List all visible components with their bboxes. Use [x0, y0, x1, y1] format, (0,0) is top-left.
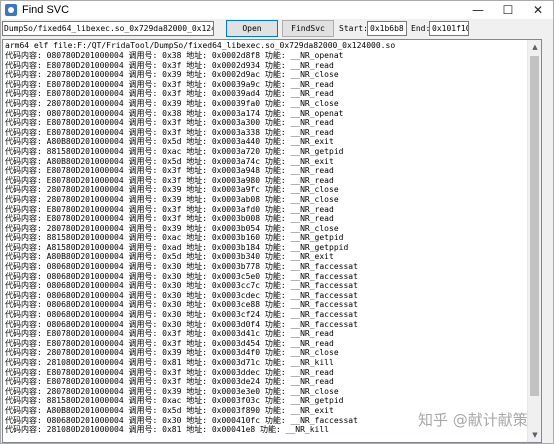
- output-line: 代码内容: 281080D201000004 调用号: 0x81 地址: 0x0…: [5, 358, 334, 367]
- output-line: 代码内容: 280780D201000004 调用号: 0x39 地址: 0x0…: [5, 185, 339, 195]
- app-icon: [5, 4, 17, 16]
- output-line: 代码内容: 080680D201000004 调用号: 0x30 地址: 0x0…: [5, 271, 358, 281]
- output-lines: 代码内容: 080780D201000004 调用号: 0x38 地址: 0x0…: [5, 51, 527, 435]
- output-line: 代码内容: E80780D201000004 调用号: 0x3f 地址: 0x0…: [5, 214, 334, 224]
- output-line: 代码内容: A80B80D201000004 调用号: 0x5d 地址: 0x0…: [5, 156, 334, 166]
- output-line: 代码内容: 080780D201000004 调用号: 0x38 地址: 0x0…: [5, 51, 344, 60]
- vertical-scrollbar[interactable]: ▲ ▼: [527, 40, 541, 442]
- output-line: 代码内容: E80780D201000004 调用号: 0x3f 地址: 0x0…: [5, 338, 334, 348]
- output-line: 代码内容: E80780D201000004 调用号: 0x3f 地址: 0x0…: [5, 127, 334, 137]
- output-header-line: arm64 elf file:F:/QT/FridaTool/DumpSo/fi…: [5, 41, 396, 50]
- output-line: 代码内容: E80780D201000004 调用号: 0x3f 地址: 0x0…: [5, 89, 334, 99]
- output-line: 代码内容: 881580D201000004 调用号: 0xac 地址: 0x0…: [5, 233, 344, 243]
- output-line: 代码内容: 080680D201000004 调用号: 0x30 地址: 0x0…: [5, 319, 358, 329]
- open-button[interactable]: Open: [226, 20, 278, 37]
- end-label: End:: [411, 24, 431, 33]
- file-path-input[interactable]: DumpSo/fixed64_libexec.so_0x729da82000_0…: [2, 21, 214, 36]
- output-line: 代码内容: 080680D201000004 调用号: 0x30 地址: 0x0…: [5, 262, 358, 272]
- scroll-down-arrow-icon[interactable]: ▼: [528, 428, 541, 442]
- output-line: 代码内容: E80780D201000004 调用号: 0x3f 地址: 0x0…: [5, 377, 334, 387]
- output-line: 代码内容: E80780D201000004 调用号: 0x3f 地址: 0x0…: [5, 60, 334, 70]
- output-line: 代码内容: 881580D201000004 调用号: 0xac 地址: 0x0…: [5, 396, 344, 406]
- scrollbar-thumb[interactable]: [530, 56, 539, 396]
- output-line: 代码内容: E80780D201000004 调用号: 0x3f 地址: 0x0…: [5, 329, 334, 339]
- output-line: 代码内容: 280780D201000004 调用号: 0x39 地址: 0x0…: [5, 194, 339, 204]
- window-controls: — ☐ ✕: [463, 1, 553, 19]
- output-line: 代码内容: E80780D201000004 调用号: 0x3f 地址: 0x0…: [5, 175, 334, 185]
- output-line: 代码内容: 080680D201000004 调用号: 0x30 地址: 0x0…: [5, 300, 358, 310]
- output-line: 代码内容: 280780D201000004 调用号: 0x39 地址: 0x0…: [5, 70, 339, 80]
- output-line: 代码内容: 881580D201000004 调用号: 0xac 地址: 0x0…: [5, 146, 344, 156]
- scroll-up-arrow-icon[interactable]: ▲: [528, 40, 541, 54]
- output-line: 代码内容: 280780D201000004 调用号: 0x39 地址: 0x0…: [5, 223, 339, 233]
- title-bar: Find SVC — ☐ ✕: [1, 1, 553, 19]
- output-line: 代码内容: A80B80D201000004 调用号: 0x5d 地址: 0x0…: [5, 137, 334, 147]
- toolbar: DumpSo/fixed64_libexec.so_0x729da82000_0…: [1, 20, 553, 38]
- output-line: 代码内容: 080680D201000004 调用号: 0x30 地址: 0x0…: [5, 281, 358, 291]
- output-line: 代码内容: E80780D201000004 调用号: 0x3f 地址: 0x0…: [5, 166, 334, 176]
- minimize-button[interactable]: —: [463, 1, 493, 19]
- output-line: 代码内容: 280780D201000004 调用号: 0x39 地址: 0x0…: [5, 98, 339, 108]
- output-line: 代码内容: A81580D201000004 调用号: 0xad 地址: 0x0…: [5, 242, 349, 252]
- findsvc-button[interactable]: FindSvc: [282, 20, 334, 37]
- close-button[interactable]: ✕: [523, 1, 553, 19]
- start-label: Start:: [339, 24, 368, 33]
- maximize-button[interactable]: ☐: [493, 1, 523, 19]
- output-line: 代码内容: E80780D201000004 调用号: 0x3f 地址: 0x0…: [5, 367, 334, 377]
- find-svc-window: Find SVC — ☐ ✕ DumpSo/fixed64_libexec.so…: [0, 0, 554, 444]
- end-address-input[interactable]: 0x101f10: [429, 21, 469, 36]
- output-line: 代码内容: 080780D201000004 调用号: 0x38 地址: 0x0…: [5, 108, 344, 118]
- output-line: 代码内容: 280780D201000004 调用号: 0x39 地址: 0x0…: [5, 348, 339, 358]
- output-line: 代码内容: E80780D201000004 调用号: 0x3f 地址: 0x0…: [5, 204, 334, 214]
- start-address-input[interactable]: 0x1b6b8: [367, 21, 407, 36]
- watermark: 知乎 @献计献策: [418, 411, 528, 429]
- output-line: 代码内容: E80780D201000004 调用号: 0x3f 地址: 0x0…: [5, 79, 334, 89]
- output-line: 代码内容: 280780D201000004 调用号: 0x39 地址: 0x0…: [5, 386, 339, 396]
- output-textarea[interactable]: arm64 elf file:F:/QT/FridaTool/DumpSo/fi…: [2, 39, 542, 443]
- output-line: 代码内容: 080680D201000004 调用号: 0x30 地址: 0x0…: [5, 310, 358, 320]
- output-line: 代码内容: A80B80D201000004 调用号: 0x5d 地址: 0x0…: [5, 252, 334, 262]
- output-line: 代码内容: E80780D201000004 调用号: 0x3f 地址: 0x0…: [5, 118, 334, 128]
- output-line: 代码内容: 080680D201000004 调用号: 0x30 地址: 0x0…: [5, 290, 358, 300]
- window-title: Find SVC: [22, 4, 70, 16]
